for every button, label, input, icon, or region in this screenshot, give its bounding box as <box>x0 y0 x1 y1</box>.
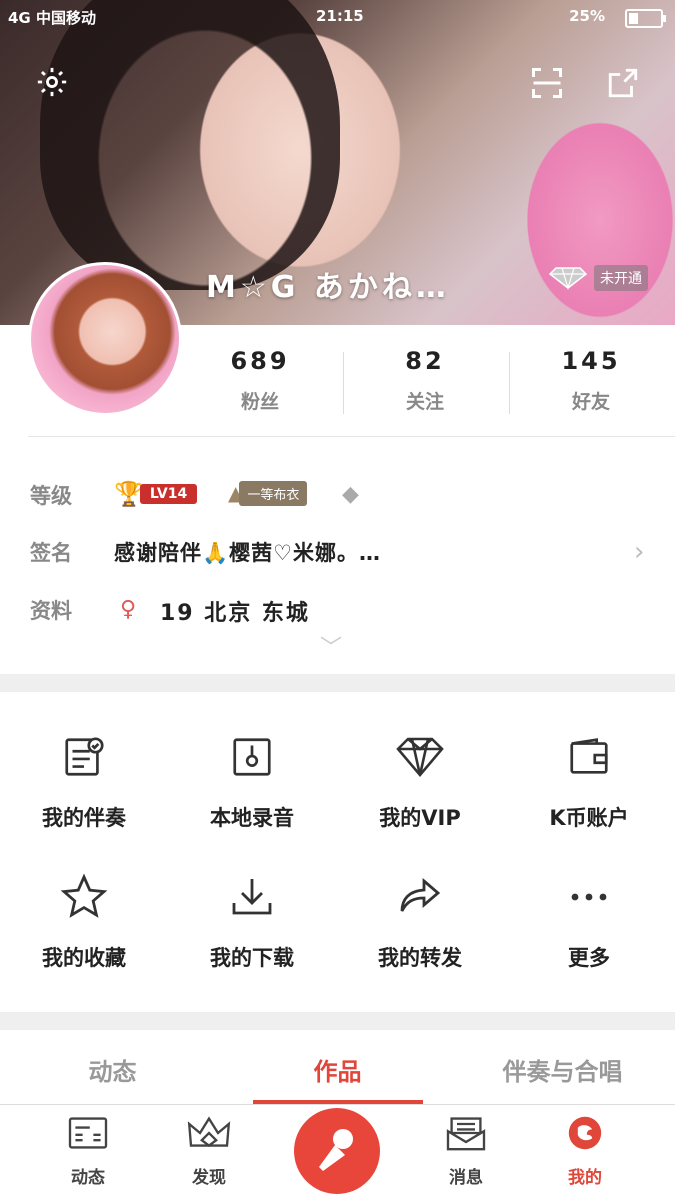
chevron-down-icon[interactable]: ﹀ <box>320 630 342 662</box>
status-bar: 4G 中国移动 21:15 25% <box>0 0 675 34</box>
divider <box>28 436 675 437</box>
grid-my-reposts[interactable]: 我的转发 <box>336 872 504 972</box>
wallet-icon <box>505 732 673 782</box>
accompaniment-icon <box>0 732 168 782</box>
grid-my-accompaniment[interactable]: 我的伴奏 <box>0 732 168 832</box>
clock: 21:15 <box>316 7 364 25</box>
stat-label: 好友 <box>571 391 610 413</box>
vip-diamond-icon <box>336 732 504 782</box>
crown-icon <box>187 1116 231 1148</box>
username: M☆G あかね… <box>206 270 450 305</box>
stat-label: 粉丝 <box>240 391 279 413</box>
battery-icon <box>625 9 666 28</box>
feed-icon <box>68 1117 108 1149</box>
grid-more[interactable]: 更多 <box>505 872 673 972</box>
grid-label: 我的收藏 <box>42 946 126 970</box>
carrier-text: 4G 中国移动 <box>8 9 96 27</box>
grid-label: K币账户 <box>549 806 629 830</box>
nav-label: 动态 <box>71 1168 105 1188</box>
nav-label: 我的 <box>568 1168 602 1188</box>
vip-status-text: 未开通 <box>594 265 648 291</box>
level-text: LV14 <box>139 484 198 504</box>
record-microphone-button[interactable] <box>294 1108 380 1194</box>
local-recording-icon <box>168 732 336 782</box>
nav-label: 消息 <box>449 1168 483 1188</box>
divider <box>343 352 344 414</box>
microphone-icon <box>319 1129 353 1171</box>
grid-my-favorites[interactable]: 我的收藏 <box>0 872 168 972</box>
tab-accompaniment-chorus[interactable]: 伴奏与合唱 <box>450 1052 675 1087</box>
more-icon <box>505 872 673 922</box>
stat-following[interactable]: 82 关注 <box>345 347 505 414</box>
avatar[interactable] <box>28 262 182 416</box>
grid-local-recording[interactable]: 本地录音 <box>168 732 336 832</box>
chevron-right-icon[interactable]: › <box>634 537 644 567</box>
nav-feed[interactable]: 动态 <box>38 1115 138 1188</box>
stat-value: 82 <box>405 347 445 375</box>
rank-text: 一等布衣 <box>239 480 308 506</box>
grid-my-vip[interactable]: 我的VIP <box>336 732 504 832</box>
gray-diamond-icon[interactable]: ◆ <box>342 482 359 507</box>
nav-profile[interactable]: 我的 <box>535 1115 635 1188</box>
download-icon <box>168 872 336 922</box>
cover-photo-hair <box>40 0 340 290</box>
profile-label: 资料 <box>30 599 72 623</box>
tab-works[interactable]: 作品 <box>225 1052 450 1087</box>
profile-icon <box>568 1116 602 1150</box>
profile-text: 19 北京 东城 <box>160 601 310 626</box>
section-divider <box>0 1012 675 1030</box>
nav-label: 发现 <box>192 1168 226 1188</box>
level-badge[interactable]: 🏆 LV14 <box>114 480 198 508</box>
vip-diamond-badge-icon <box>548 267 588 290</box>
grid-label: 我的伴奏 <box>42 806 126 830</box>
tab-feed[interactable]: 动态 <box>0 1052 225 1087</box>
grid-label: 本地录音 <box>210 806 294 830</box>
stat-value: 145 <box>561 347 621 375</box>
section-divider <box>0 674 675 692</box>
settings-gear-icon[interactable] <box>34 64 70 100</box>
signature-text[interactable]: 感谢陪伴🙏樱茜♡米娜。… <box>114 537 381 567</box>
female-gender-icon: ♀ <box>120 597 137 622</box>
grid-label: 我的转发 <box>378 946 462 970</box>
star-icon <box>0 872 168 922</box>
vip-badge[interactable]: 未开通 <box>548 265 648 291</box>
stat-value: 689 <box>230 347 290 375</box>
grid-label: 我的VIP <box>379 806 461 830</box>
grid-label: 我的下载 <box>210 946 294 970</box>
stat-friends[interactable]: 145 好友 <box>511 347 671 414</box>
scan-icon[interactable] <box>528 64 566 102</box>
grid-k-coin-account[interactable]: K币账户 <box>505 732 673 832</box>
grid-label: 更多 <box>568 946 610 970</box>
level-label: 等级 <box>30 484 72 508</box>
share-icon[interactable] <box>604 64 642 102</box>
nav-messages[interactable]: 消息 <box>416 1115 516 1188</box>
signature-label: 签名 <box>30 541 72 565</box>
divider <box>509 352 510 414</box>
message-icon <box>446 1117 486 1151</box>
rank-badge[interactable]: ▲ 一等布衣 <box>228 480 308 506</box>
stat-fans[interactable]: 689 粉丝 <box>180 347 340 414</box>
nav-discover[interactable]: 发现 <box>159 1115 259 1188</box>
battery-percent: 25% <box>569 7 605 25</box>
share-forward-icon <box>336 872 504 922</box>
grid-my-downloads[interactable]: 我的下载 <box>168 872 336 972</box>
stat-label: 关注 <box>405 391 444 413</box>
